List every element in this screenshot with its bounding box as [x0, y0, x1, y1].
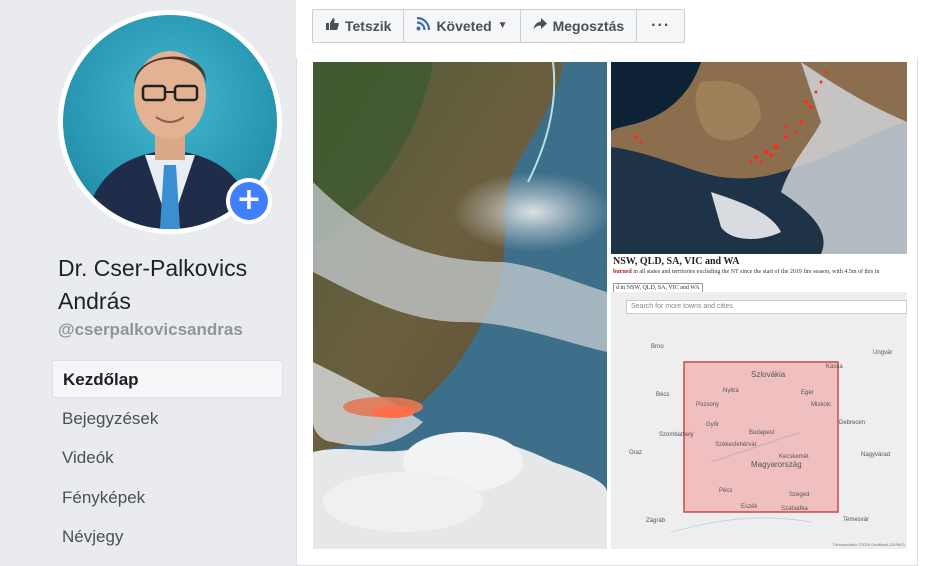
follow-button[interactable]: Követed ▼	[404, 10, 521, 42]
satellite-image-left	[313, 62, 607, 549]
article-header: NSW, QLD, SA, VIC and WA burned in all s…	[611, 256, 907, 293]
thumbs-up-icon	[325, 10, 339, 42]
map-label-szabadka: Szabadka	[781, 506, 808, 512]
more-options-button[interactable]: ···	[637, 10, 684, 42]
map-label-magyarorszag: Magyarország	[751, 460, 802, 469]
share-label: Megosztás	[552, 18, 625, 34]
map-label-pecs: Pécs	[719, 488, 733, 494]
map-label-gyor: Győr	[706, 422, 720, 428]
nav-item-posts[interactable]: Bejegyzések	[52, 400, 283, 438]
follow-label: Követed	[436, 18, 492, 34]
page-handle[interactable]: @cserpalkovicsandras	[58, 320, 243, 340]
satellite-image-right	[611, 62, 907, 254]
map-label-eger: Eger	[801, 390, 814, 396]
page-nav: Kezdőlap Bejegyzések Videók Fényképek Né…	[52, 360, 283, 558]
nav-item-photos[interactable]: Fényképek	[52, 479, 283, 517]
map: Search for more towns and cities Szlovák…	[611, 292, 907, 549]
more-icon: ···	[651, 17, 671, 34]
map-label-graz: Graz	[629, 450, 643, 456]
main-column: Tetszik Követed ▼ Megosztás ··· NSW, QLD…	[296, 0, 933, 566]
nav-item-videos[interactable]: Videók	[52, 439, 283, 477]
map-label-miskolc: Miskolc	[811, 402, 832, 408]
plus-icon[interactable]: +	[230, 182, 268, 220]
map-label-zagrab: Zágráb	[646, 518, 666, 524]
map-attribution: Térképadatok ©2020 GeoBasis-DE/BKG	[832, 542, 905, 547]
map-label-debrecen: Debrecen	[839, 420, 866, 426]
nav-item-about[interactable]: Névjegy	[52, 518, 283, 556]
map-label-temesvar: Temesvár	[843, 517, 870, 523]
map-label-eszek: Eszék	[741, 504, 758, 510]
map-label-budapest: Budapest	[749, 430, 775, 436]
article-title: NSW, QLD, SA, VIC and WA	[613, 256, 740, 267]
map-label-szekesfehervar: Székesfehérvár	[715, 442, 757, 448]
post-image[interactable]: NSW, QLD, SA, VIC and WA burned in all s…	[313, 62, 907, 549]
map-label-nyitra: Nyitra	[723, 388, 739, 394]
like-button[interactable]: Tetszik	[313, 10, 405, 42]
article-screenshot: NSW, QLD, SA, VIC and WA burned in all s…	[611, 62, 907, 549]
page-action-bar: Tetszik Követed ▼ Megosztás ···	[312, 9, 686, 43]
map-label-kassa: Kassa	[826, 364, 843, 370]
map-label-becs: Bécs	[656, 392, 670, 398]
like-label: Tetszik	[345, 18, 392, 34]
rss-icon	[416, 10, 431, 42]
map-label-kecskemet: Kecskemét	[779, 454, 809, 460]
add-profile-picture-button[interactable]: +	[226, 178, 272, 224]
share-button[interactable]: Megosztás	[521, 10, 638, 42]
map-label-nagyvarad: Nagyvárad	[861, 452, 891, 458]
nav-item-home[interactable]: Kezdőlap	[52, 360, 283, 398]
article-highlight: burned	[613, 269, 632, 275]
chevron-down-icon: ▼	[497, 20, 508, 31]
map-label-szeged: Szeged	[789, 492, 810, 498]
article-subtitle: burned in all states and territories exc…	[611, 268, 907, 276]
map-label-szombathely: Szombathely	[659, 432, 694, 438]
map-label-brno: Brno	[651, 344, 664, 350]
map-label-pozsony: Pozsony	[696, 402, 720, 408]
map-label-ungvar: Ungvár	[873, 350, 893, 356]
map-label-szlovakia: Szlovákia	[751, 370, 786, 379]
article-subtitle-text: in all states and territories excluding …	[631, 269, 880, 275]
share-arrow-icon	[533, 10, 547, 42]
left-column: + Dr. Cser-Palkovics András @cserpalkovi…	[0, 0, 296, 566]
page-title: Dr. Cser-Palkovics András	[58, 255, 248, 314]
